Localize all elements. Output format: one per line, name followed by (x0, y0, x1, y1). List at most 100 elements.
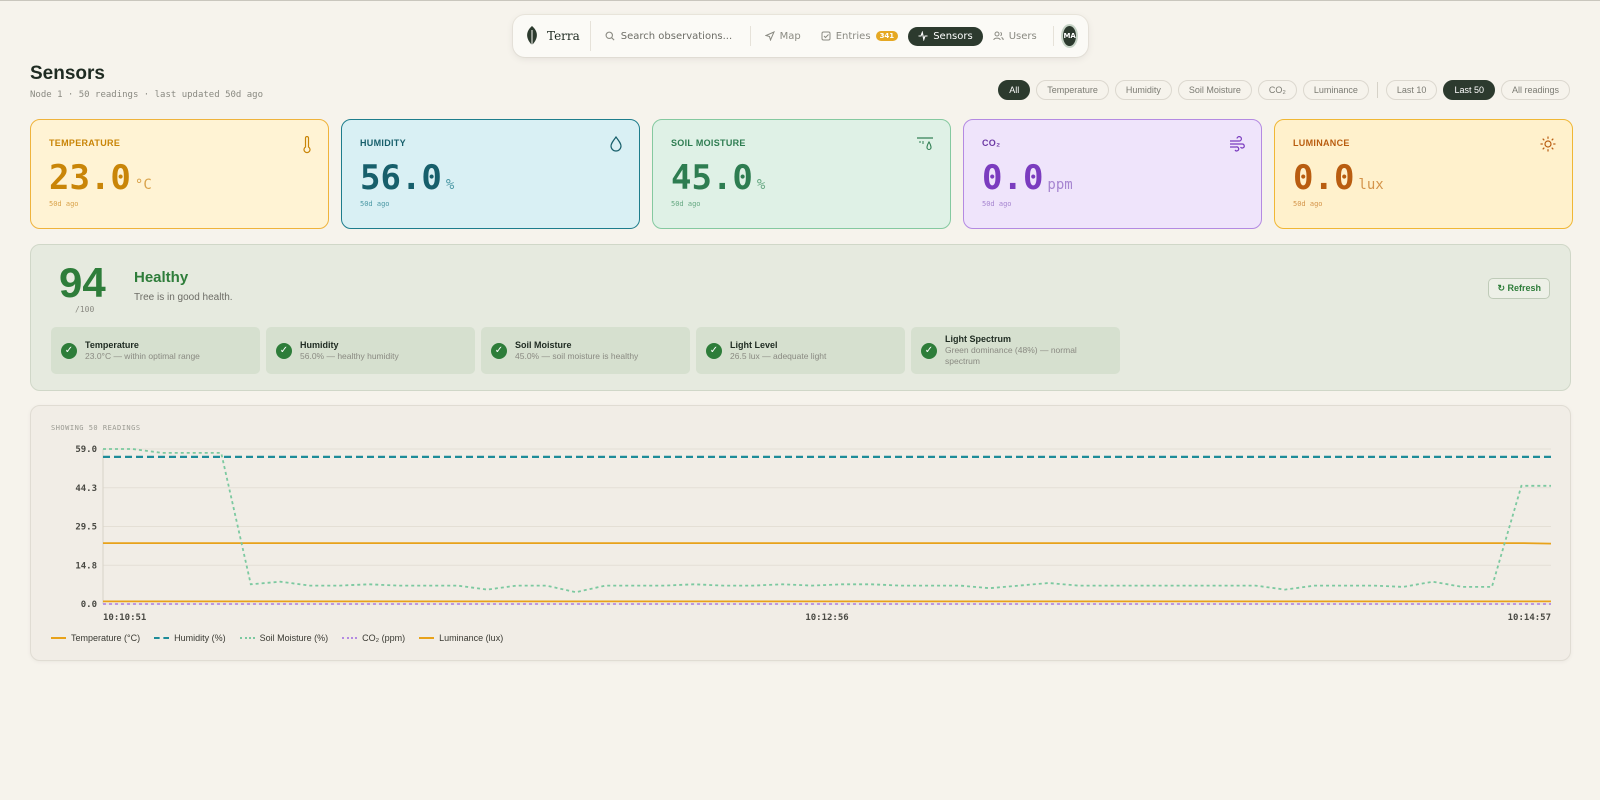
chart-panel: SHOWING 50 READINGS 59.0 44.3 29.5 14.8 0.0 1… (30, 405, 1571, 661)
search-box (591, 26, 751, 46)
filter-temperature[interactable]: Temperature (1036, 80, 1109, 100)
send-icon (764, 31, 775, 41)
check-title: Light Spectrum (945, 334, 1012, 344)
check-light-spectrum: ✓ Light Spectrum Green dominance (48%) —… (911, 327, 1120, 374)
card-updated: 50d ago (360, 200, 390, 208)
legend-item[interactable]: CO₂ (ppm) (342, 633, 405, 643)
card-unit: lux (1358, 177, 1384, 193)
check-soil-moisture: ✓ Soil Moisture 45.0% — soil moisture is… (481, 327, 690, 374)
droplet-icon (610, 136, 622, 152)
nav-entries-label: Entries (835, 30, 871, 42)
check-icon: ✓ (921, 342, 937, 359)
filter-soil-moisture[interactable]: Soil Moisture (1177, 80, 1252, 100)
card-unit: °C (134, 177, 152, 193)
card-value: 0.0 (1293, 158, 1355, 198)
thermometer-icon (303, 136, 311, 154)
y-tick-label: 59.0 (75, 445, 97, 455)
check-icon: ✓ (491, 342, 507, 359)
check-light-level: ✓ Light Level 26.5 lux — adequate light (696, 327, 905, 374)
card-updated: 50d ago (982, 200, 1012, 208)
sun-icon (1540, 136, 1556, 152)
check-desc: 26.5 lux — adequate light (730, 350, 827, 361)
page-title: Sensors (30, 63, 105, 84)
health-checks: ✓ Temperature 23.0°C — within optimal ra… (51, 327, 1120, 374)
card-label: CO₂ (982, 138, 1001, 148)
legend-item[interactable]: Soil Moisture (%) (239, 633, 329, 643)
x-tick-label: 10:14:57 (1508, 613, 1551, 623)
entries-count-badge: 341 (875, 31, 899, 41)
nav-sensors-label: Sensors (933, 30, 973, 42)
luminance-card: LUMINANCE 0.0 lux 50d ago (1274, 119, 1573, 229)
nav-map[interactable]: Map (755, 27, 811, 46)
check-title: Humidity (300, 339, 339, 350)
check-title: Soil Moisture (515, 339, 572, 350)
check-icon: ✓ (61, 342, 77, 359)
sensor-line-chart: 59.0 44.3 29.5 14.8 0.0 10:10:51 10:12:56 10:14… (75, 445, 1552, 623)
y-tick-label: 0.0 (81, 600, 97, 610)
check-desc: Green dominance (48%) — normal spectrum (945, 345, 1077, 366)
y-tick-label: 44.3 (75, 484, 97, 494)
card-updated: 50d ago (49, 200, 79, 208)
activity-icon (918, 31, 928, 41)
card-unit: % (445, 177, 455, 193)
checkbox-icon (821, 31, 831, 41)
brand-name: Terra (547, 29, 580, 43)
filter-divider (1376, 82, 1378, 98)
card-value: 23.0 (49, 158, 131, 198)
legend-swatch (239, 637, 255, 639)
card-value: 56.0 (360, 158, 442, 198)
check-title: Light Level (730, 339, 778, 350)
nav-divider (1052, 26, 1054, 46)
co2-card: CO₂ 0.0 ppm 50d ago (963, 119, 1262, 229)
range-last-10[interactable]: Last 10 (1385, 80, 1438, 100)
card-value: 45.0 (671, 158, 753, 198)
series-line-0 (103, 542, 1552, 545)
legend-item[interactable]: Luminance (lux) (419, 633, 503, 643)
temperature-card: TEMPERATURE 23.0 °C 50d ago (30, 119, 329, 229)
legend-label: CO₂ (ppm) (362, 633, 406, 643)
card-label: TEMPERATURE (49, 138, 121, 148)
x-tick-label: 10:10:51 (103, 613, 146, 623)
filter-co2[interactable]: CO₂ (1257, 80, 1297, 100)
check-desc: 45.0% — soil moisture is healthy (515, 350, 639, 361)
humidity-card: HUMIDITY 56.0 % 50d ago (341, 119, 640, 229)
card-updated: 50d ago (671, 200, 701, 208)
brand[interactable]: Terra (523, 21, 591, 51)
range-all-readings[interactable]: All readings (1500, 80, 1570, 100)
card-unit: ppm (1047, 177, 1073, 193)
nav-users-label: Users (1008, 30, 1037, 42)
filter-bar: All Temperature Humidity Soil Moisture C… (998, 80, 1570, 100)
card-updated: 50d ago (1293, 200, 1323, 208)
nav-sensors[interactable]: Sensors (908, 26, 983, 46)
search-input[interactable] (620, 30, 750, 42)
avatar[interactable]: MA (1061, 24, 1078, 48)
soil-moisture-card: SOIL MOISTURE 45.0 % 50d ago (652, 119, 951, 229)
legend-label: Luminance (lux) (439, 633, 504, 643)
filter-all[interactable]: All (998, 80, 1031, 100)
legend-swatch (419, 637, 435, 639)
nav-entries[interactable]: Entries 341 (811, 27, 908, 46)
legend-item[interactable]: Temperature (°C) (51, 633, 140, 643)
legend-item[interactable]: Humidity (%) (154, 633, 226, 643)
filter-humidity[interactable]: Humidity (1114, 80, 1172, 100)
filter-luminance[interactable]: Luminance (1302, 80, 1369, 100)
refresh-button[interactable]: ↻ Refresh (1488, 278, 1550, 299)
legend-swatch (342, 637, 358, 639)
x-tick-label: 10:12:56 (805, 613, 848, 623)
check-title: Temperature (85, 339, 139, 350)
check-desc: 56.0% — healthy humidity (300, 350, 399, 361)
y-tick-label: 29.5 (75, 523, 97, 533)
nav-users[interactable]: Users (983, 27, 1047, 46)
legend-swatch (154, 637, 170, 639)
legend-label: Soil Moisture (%) (259, 633, 329, 643)
legend-label: Humidity (%) (174, 633, 226, 643)
wind-icon (1230, 136, 1245, 152)
series-line-2 (103, 448, 1551, 594)
leaf-logo-icon (527, 26, 537, 46)
health-score: 94 (59, 259, 106, 306)
range-last-50[interactable]: Last 50 (1443, 80, 1495, 100)
y-tick-label: 14.8 (75, 561, 97, 571)
health-description: Tree is in good health. (134, 292, 233, 303)
check-temperature: ✓ Temperature 23.0°C — within optimal ra… (51, 327, 260, 374)
check-icon: ✓ (706, 342, 722, 359)
